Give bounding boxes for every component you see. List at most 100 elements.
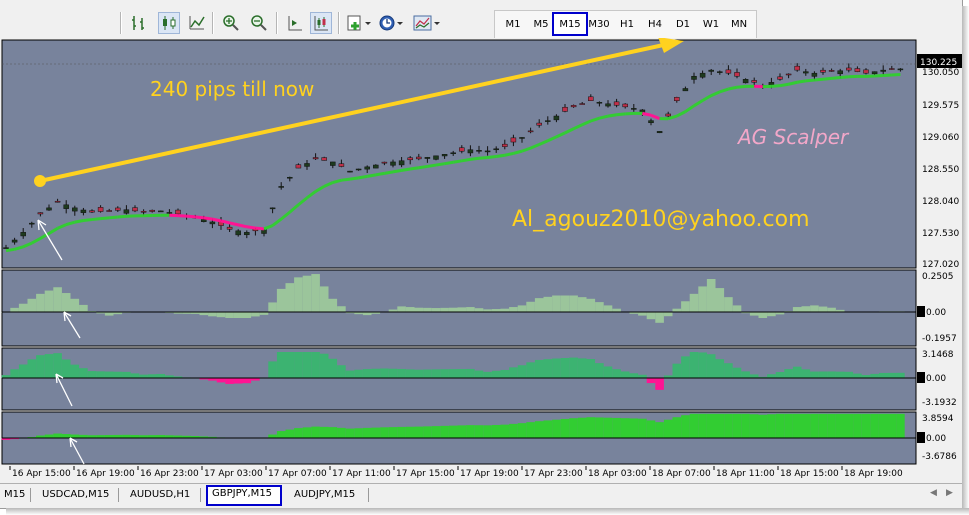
oscillator-bar bbox=[827, 307, 836, 312]
candle-body bbox=[235, 230, 241, 236]
candle-body bbox=[656, 131, 663, 134]
oscillator-bar bbox=[646, 378, 656, 384]
oscillator-bar bbox=[147, 374, 157, 378]
oscillator-bar bbox=[629, 418, 639, 438]
main-price-pane[interactable] bbox=[1, 39, 917, 269]
tab-usdcad-m15[interactable]: USDCAD,M15 bbox=[38, 486, 113, 504]
oscillator-bar bbox=[302, 427, 312, 438]
time-tick-label: 16 Apr 23:00 bbox=[140, 469, 199, 479]
chart-area[interactable]: 240 pips till now AG Scalper Al_agouz201… bbox=[0, 38, 962, 482]
oscillator-bar bbox=[337, 365, 346, 378]
templates-icon[interactable] bbox=[412, 12, 442, 34]
candlestick-icon[interactable] bbox=[158, 12, 180, 34]
timeframe-button-m30[interactable]: M30 bbox=[586, 12, 612, 36]
oscillator-bar bbox=[655, 378, 664, 390]
candle-body bbox=[510, 137, 517, 143]
tab-audusd-h1[interactable]: AUDUSD,H1 bbox=[126, 486, 194, 504]
timeframe-button-w1[interactable]: W1 bbox=[698, 12, 724, 36]
oscillator-bar bbox=[870, 413, 879, 438]
oscillator-bar bbox=[560, 357, 570, 378]
candle-body bbox=[846, 67, 852, 71]
tab-separator bbox=[368, 488, 369, 502]
candle-body bbox=[149, 209, 155, 212]
signal-line-segment bbox=[366, 173, 377, 178]
signal-line-segment bbox=[100, 216, 110, 221]
candle-body bbox=[433, 155, 439, 160]
tab-m15[interactable]: M15 bbox=[0, 486, 29, 504]
oscillator-bar bbox=[53, 287, 62, 312]
oscillator-bar bbox=[715, 359, 725, 378]
time-tick-label: 18 Apr 11:00 bbox=[716, 469, 775, 479]
oscillator-bar bbox=[526, 362, 535, 378]
candle-body bbox=[140, 211, 147, 213]
timeframe-button-m1[interactable]: M1 bbox=[500, 12, 526, 36]
oscillator-bar bbox=[534, 421, 544, 438]
signal-line-segment bbox=[487, 155, 497, 160]
oscillator-bar bbox=[362, 369, 372, 378]
signal-line-segment bbox=[831, 76, 841, 80]
timeframe-button-m5[interactable]: M5 bbox=[528, 12, 554, 36]
oscillator-bar bbox=[448, 425, 458, 438]
oscillator-bar bbox=[388, 368, 398, 378]
candle-body bbox=[579, 103, 585, 105]
tab-scroll-right-icon[interactable]: ▶ bbox=[946, 488, 953, 498]
timeframe-button-h1[interactable]: H1 bbox=[614, 12, 640, 36]
oscillator-bar bbox=[61, 359, 71, 378]
oscillator-bar bbox=[595, 302, 604, 312]
oscillator-bar bbox=[397, 368, 406, 378]
oscillator-bar bbox=[242, 312, 252, 318]
chart-toolbar: M1 M5 M15 M30 H1 H4 D1 W1 MN bbox=[0, 0, 962, 40]
oscillator-bar bbox=[405, 307, 415, 312]
oscillator-bar bbox=[517, 423, 527, 438]
oscillator-bar bbox=[638, 312, 647, 316]
timeframe-button-d1[interactable]: D1 bbox=[670, 12, 696, 36]
timeframe-button-m15[interactable]: M15 bbox=[552, 12, 588, 36]
candle-body bbox=[166, 212, 173, 214]
oscillator-bar bbox=[431, 308, 441, 312]
autoscroll-icon[interactable] bbox=[310, 12, 332, 34]
candle-body bbox=[794, 65, 800, 71]
timeframe-button-h4[interactable]: H4 bbox=[642, 12, 668, 36]
bar-chart-icon[interactable] bbox=[128, 12, 150, 34]
candle-body bbox=[416, 156, 422, 160]
oscillator-bar bbox=[44, 434, 54, 438]
candle-body bbox=[226, 226, 233, 230]
oscillator-bar bbox=[810, 305, 819, 312]
time-tick-label: 17 Apr 15:00 bbox=[396, 469, 455, 479]
oscillator-bar bbox=[423, 307, 432, 312]
chart-shift-icon[interactable] bbox=[284, 12, 306, 34]
oscillator-bar bbox=[534, 359, 544, 378]
oscillator-bar bbox=[612, 369, 621, 378]
signal-line-segment bbox=[728, 85, 738, 91]
timeframe-button-mn[interactable]: MN bbox=[726, 12, 752, 36]
oscillator-bar bbox=[380, 427, 389, 438]
tab-audjpy-m15[interactable]: AUDJPY,M15 bbox=[290, 486, 359, 504]
oscillator-bar bbox=[629, 373, 639, 378]
signal-line-segment bbox=[444, 160, 454, 166]
line-chart-icon[interactable] bbox=[186, 12, 208, 34]
zoom-out-icon[interactable] bbox=[248, 12, 270, 34]
oscillator-bar bbox=[328, 427, 338, 438]
zoom-in-icon[interactable] bbox=[220, 12, 242, 34]
oscillator-bar bbox=[36, 293, 45, 312]
oscillator-pane-2[interactable] bbox=[1, 347, 917, 411]
oscillator-bar bbox=[784, 413, 793, 438]
oscillator-bar bbox=[216, 378, 226, 383]
periods-icon[interactable] bbox=[378, 12, 406, 34]
oscillator-bar bbox=[414, 307, 424, 312]
signal-line-segment bbox=[195, 215, 204, 220]
candle-body bbox=[880, 69, 886, 72]
candle-body bbox=[398, 160, 405, 166]
indicators-icon[interactable] bbox=[346, 12, 374, 34]
oscillator-bar bbox=[818, 371, 828, 378]
arrow-start-dot bbox=[34, 175, 46, 187]
oscillator-bar bbox=[732, 413, 742, 438]
candle-body bbox=[871, 71, 878, 75]
candle-body bbox=[441, 154, 448, 157]
tab-scroll-left-icon[interactable]: ◀ bbox=[930, 488, 937, 498]
oscillator-bar bbox=[646, 312, 656, 320]
candle-body bbox=[828, 70, 835, 72]
candle-body bbox=[622, 103, 628, 108]
oscillator-bar bbox=[620, 371, 630, 378]
tab-gbpjpy-m15[interactable]: GBPJPY,M15 bbox=[206, 485, 282, 506]
